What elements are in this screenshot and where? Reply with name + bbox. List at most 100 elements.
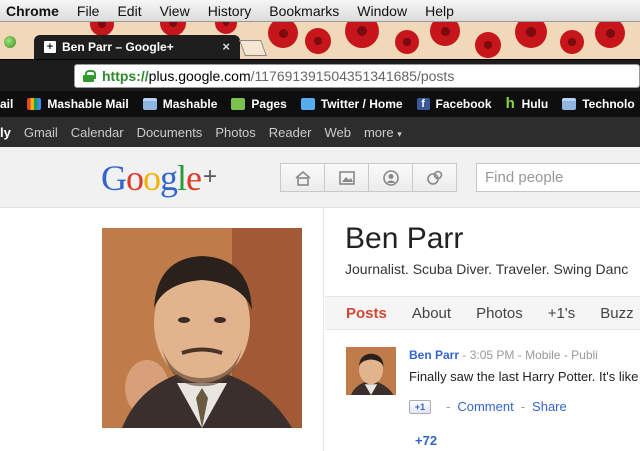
gbar-more[interactable]: more ▾ [364,125,402,140]
nav-photos-button[interactable] [324,163,369,192]
tab-posts[interactable]: Posts [346,305,387,322]
bookmark-mashable[interactable]: Mashable [142,97,218,111]
folder-icon [562,98,577,110]
menu-app-chrome[interactable]: Chrome [0,3,68,19]
pages-icon [231,98,246,110]
close-tab-icon[interactable]: × [222,39,230,54]
url-path: /117691391504351341685/posts [250,68,455,84]
photos-icon [338,170,355,185]
gbar-photos[interactable]: Photos [215,125,255,140]
theme-flower [430,22,460,46]
google-plus-logo[interactable]: Google+ [101,157,217,199]
menu-file[interactable]: File [68,3,109,19]
gbar-web[interactable]: Web [324,125,351,140]
bookmark-label: Mashable [162,97,218,111]
gplus-nav [280,163,457,192]
folder-icon [142,98,157,110]
post-author-avatar[interactable] [346,347,396,395]
window-zoom-icon[interactable] [4,36,16,48]
bookmark-twitter[interactable]: Twitter / Home [300,97,403,111]
gbar-calendar[interactable]: Calendar [71,125,124,140]
profile-tagline: Journalist. Scuba Diver. Traveler. Swing… [345,261,629,277]
gbar-reader[interactable]: Reader [269,125,312,140]
theme-flower [515,22,547,48]
bookmark-label: Facebook [435,97,492,111]
post-time[interactable]: 3:05 PM [470,348,515,362]
bookmark-label: Pages [251,97,287,111]
theme-flower [268,22,298,48]
theme-flower [345,22,379,48]
post-source: Mobile [525,348,561,362]
find-people-input[interactable]: Find people [476,163,640,192]
bookmark-hulu[interactable]: h Hulu [505,95,549,112]
comment-link[interactable]: Comment [457,399,513,414]
url-scheme: https:// [102,68,149,84]
tab-ben-parr[interactable]: + Ben Parr – Google+ × [34,35,240,59]
theme-flower [595,22,625,48]
logo-letter: G [101,158,127,198]
menu-view[interactable]: View [151,3,199,19]
browser-toolbar: https:// plus.google.com /11769139150435… [0,59,640,91]
menu-bookmarks[interactable]: Bookmarks [260,3,348,19]
action-separator: - [520,399,526,414]
tab-plusones[interactable]: +1's [548,305,575,322]
bookmark-technology[interactable]: Technolo [562,97,635,111]
gmail-icon [27,98,42,110]
bookmark-mashable-mail[interactable]: Mashable Mail [27,97,129,111]
menu-window[interactable]: Window [348,3,416,19]
gbar-documents[interactable]: Documents [137,125,203,140]
theme-flower [475,32,501,58]
gplus-header: Google+ Find people [0,147,640,208]
bookmark-pages[interactable]: Pages [231,97,287,111]
theme-flower [395,30,419,54]
gbar-more-label: more [363,124,394,140]
post-actions: +1 - Comment - Share [409,399,567,414]
profile-name: Ben Parr [345,222,464,255]
facebook-icon: f [416,98,430,110]
twitter-icon [300,98,315,110]
new-tab-button[interactable] [239,40,267,56]
logo-letter: o [143,158,161,198]
tab-photos[interactable]: Photos [476,305,523,322]
share-link[interactable]: Share [532,399,567,414]
menu-help[interactable]: Help [416,3,463,19]
meta-separator: - [462,348,470,362]
tab-about[interactable]: About [412,305,451,322]
post-author-link[interactable]: Ben Parr [409,348,459,362]
post-visibility[interactable]: Publi [571,348,598,362]
logo-plus: + [203,163,217,190]
menu-history[interactable]: History [199,3,261,19]
tab-buzz[interactable]: Buzz [600,305,633,322]
gplus-favicon-icon: + [44,41,56,53]
bookmark-label: ail [0,97,14,111]
address-bar[interactable]: https:// plus.google.com /11769139150435… [74,64,640,88]
logo-letter: g [160,158,178,198]
bookmark-mail-partial[interactable]: ail [0,97,13,111]
meta-separator: - [517,348,526,362]
plusone-button[interactable]: +1 [409,399,431,414]
nav-circles-button[interactable] [412,163,457,192]
url-host: plus.google.com [148,68,251,84]
logo-letter: l [177,158,187,198]
bookmark-facebook[interactable]: f Facebook [416,97,492,111]
gbar-gmail[interactable]: Gmail [24,125,58,140]
os-menubar: Chrome File Edit View History Bookmarks … [0,0,640,22]
hulu-icon: h [505,95,515,112]
nav-profile-button[interactable] [368,163,413,192]
theme-flower [215,22,237,34]
plus-count[interactable]: +72 [415,433,437,448]
profile-photo[interactable] [102,228,302,428]
bookmark-label: Hulu [521,97,549,111]
nav-home-button[interactable] [280,163,325,192]
logo-letter: o [126,158,144,198]
bookmarks-bar: ail Mashable Mail Mashable Pages Twitter… [0,91,640,117]
lock-icon [83,70,96,82]
profile-photo-image [102,228,302,428]
browser-tabstrip: + Ben Parr – Google+ × [0,22,640,59]
gbar-you[interactable]: ly [0,125,11,140]
profile-tabs: Posts About Photos +1's Buzz [325,296,640,330]
home-icon [294,170,311,186]
action-separator: - [446,399,451,414]
menu-edit[interactable]: Edit [108,3,150,19]
profile-icon [382,169,399,186]
